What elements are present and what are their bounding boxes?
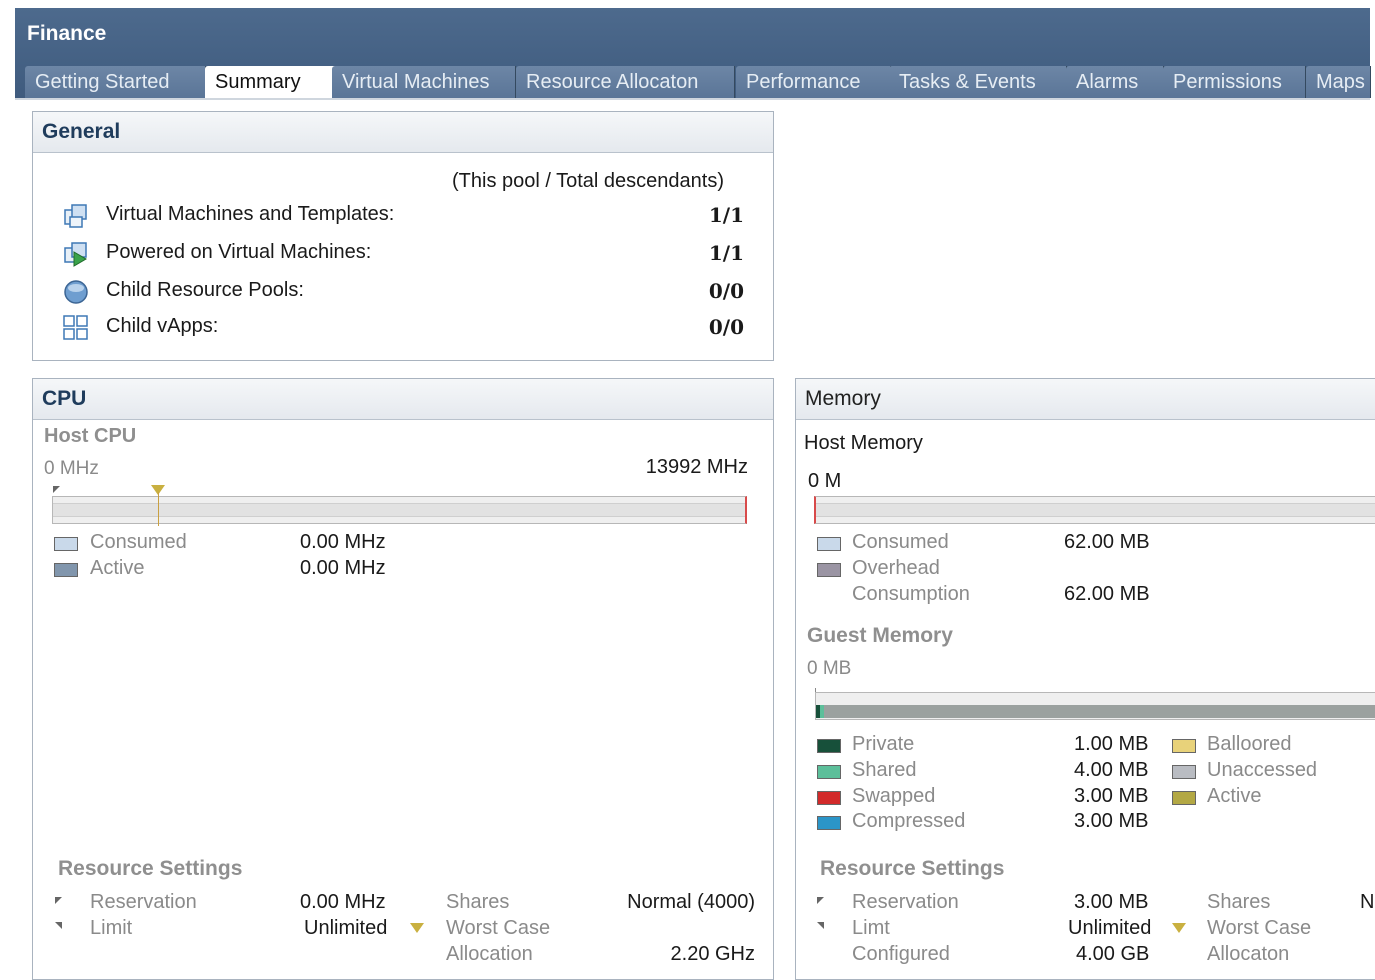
tab-getting-started[interactable]: Getting Started	[25, 66, 206, 98]
tab-performance[interactable]: Performance	[736, 66, 891, 98]
reservation-marker-icon	[817, 897, 824, 904]
mem-overhead-label: Overhead	[852, 557, 940, 579]
mem-configured-label: Configured	[852, 943, 950, 965]
guest-compressed-value: 3.00 MB	[1074, 810, 1149, 832]
guest-shared-label: Shared	[852, 759, 917, 781]
general-row-value: 1/1	[708, 241, 744, 265]
tab-maps[interactable]: Maps	[1306, 66, 1371, 98]
cpu-shares-label: Shares	[446, 891, 510, 913]
cpu-min-marker	[53, 486, 60, 493]
general-row-value: 1/1	[708, 203, 744, 227]
general-row-label: Powered on Virtual Machines:	[106, 241, 372, 263]
guest-memory-min: 0 MB	[807, 658, 852, 679]
consumed-swatch	[54, 537, 78, 551]
mem-worst-case-label: Worst Case	[1207, 917, 1312, 939]
vapp-icon	[63, 315, 88, 340]
ballooned-swatch	[1172, 739, 1196, 753]
cpu-shares-value: Normal (4000)	[627, 891, 755, 913]
cpu-worst-case-label: Worst Case	[446, 917, 551, 939]
guest-private-value: 1.00 MB	[1074, 733, 1149, 755]
cpu-active-label: Active	[90, 557, 145, 579]
host-memory-min: 0 M	[808, 470, 842, 492]
compressed-swatch	[817, 816, 841, 830]
guest-memory-bar	[815, 692, 1375, 720]
mem-consumed-label: Consumed	[852, 531, 949, 553]
guest-unaccessed-label: Unaccessed	[1207, 759, 1318, 781]
cpu-limit-value: Unlimited	[304, 917, 388, 939]
cpu-limit-label: Limit	[90, 917, 133, 939]
cpu-consumed-label: Consumed	[90, 531, 187, 553]
tab-tasks-events[interactable]: Tasks & Events	[889, 66, 1067, 98]
mem-shares-label: Shares	[1207, 891, 1271, 913]
mem-reservation-value: 3.00 MB	[1074, 891, 1149, 913]
expand-arrow-icon[interactable]	[1172, 923, 1186, 933]
guest-memory-label: Guest Memory	[807, 624, 953, 647]
tab-permissions[interactable]: Permissions	[1163, 66, 1306, 98]
cpu-reservation-label: Reservation	[90, 891, 197, 913]
cpu-worst-case-value: 2.20 GHz	[670, 943, 755, 965]
guest-private-label: Private	[852, 733, 915, 755]
general-row-label: Child Resource Pools:	[106, 279, 304, 301]
guest-shared-value: 4.00 MB	[1074, 759, 1149, 781]
cpu-consumed-value: 0.00 MHz	[300, 531, 386, 553]
general-subheader: (This pool / Total descendants)	[452, 170, 725, 192]
guest-active-swatch	[1172, 791, 1196, 805]
mem-reservation-label: Reservation	[852, 891, 959, 913]
tab-resource-allocation[interactable]: Resource Allocaton	[516, 66, 735, 98]
consumed-swatch	[817, 537, 841, 551]
tab-summary[interactable]: Summary	[205, 66, 335, 100]
cpu-reservation-value: 0.00 MHz	[300, 891, 386, 913]
guest-swapped-label: Swapped	[852, 785, 936, 807]
cpu-reservation-line	[158, 492, 159, 526]
swapped-swatch	[817, 791, 841, 805]
unaccessed-swatch	[1172, 765, 1196, 779]
host-memory-bar	[814, 496, 1375, 524]
general-row-value: 0/0	[708, 315, 744, 339]
private-swatch	[817, 739, 841, 753]
tab-divider	[15, 98, 1370, 100]
window-title: Finance	[27, 22, 107, 45]
memory-panel: Memory	[795, 378, 1375, 980]
powered-on-vm-icon	[64, 242, 87, 267]
mem-allocation-label: Allocaton	[1207, 943, 1290, 965]
general-row-label: Virtual Machines and Templates:	[106, 203, 395, 225]
cpu-active-value: 0.00 MHz	[300, 557, 386, 579]
cpu-max-label: 13992 MHz	[645, 456, 748, 478]
guest-active-label: Active	[1207, 785, 1262, 807]
active-swatch	[54, 563, 78, 577]
limit-marker-icon	[55, 922, 62, 929]
host-memory-label: Host Memory	[804, 432, 923, 454]
host-cpu-label: Host CPU	[44, 425, 137, 447]
mem-shares-value: N	[1360, 891, 1375, 913]
vm-templates-icon	[64, 204, 87, 228]
expand-arrow-icon[interactable]	[410, 923, 424, 933]
tab-virtual-machines[interactable]: Virtual Machines	[332, 66, 516, 98]
cpu-header: CPU	[33, 379, 773, 420]
mem-consumption-value: 62.00 MB	[1064, 583, 1150, 605]
general-row-value: 0/0	[708, 279, 744, 303]
general-header: General	[33, 112, 773, 153]
mem-resource-settings-title: Resource Settings	[820, 857, 1005, 880]
memory-header: Memory	[796, 379, 1375, 420]
limit-marker-icon	[817, 922, 824, 929]
reservation-marker-icon	[55, 897, 62, 904]
tab-alarms[interactable]: Alarms	[1066, 66, 1164, 98]
mem-consumption-label: Consumption	[852, 583, 970, 605]
mem-limit-value: Unlimited	[1068, 917, 1152, 939]
resource-pool-icon	[64, 280, 88, 304]
cpu-allocation-label: Allocation	[446, 943, 533, 965]
guest-swapped-value: 3.00 MB	[1074, 785, 1149, 807]
cpu-usage-bar	[52, 496, 747, 524]
mem-configured-value: 4.00 GB	[1076, 943, 1150, 965]
mem-limit-label: Limt	[852, 917, 890, 939]
general-row-label: Child vApps:	[106, 315, 219, 337]
guest-ballooned-label: Balloored	[1207, 733, 1292, 755]
mem-consumed-value: 62.00 MB	[1064, 531, 1150, 553]
guest-compressed-label: Compressed	[852, 810, 966, 832]
cpu-min-label: 0 MHz	[44, 458, 99, 479]
shared-swatch	[817, 765, 841, 779]
cpu-resource-settings-title: Resource Settings	[58, 857, 243, 880]
overhead-swatch	[817, 563, 841, 577]
